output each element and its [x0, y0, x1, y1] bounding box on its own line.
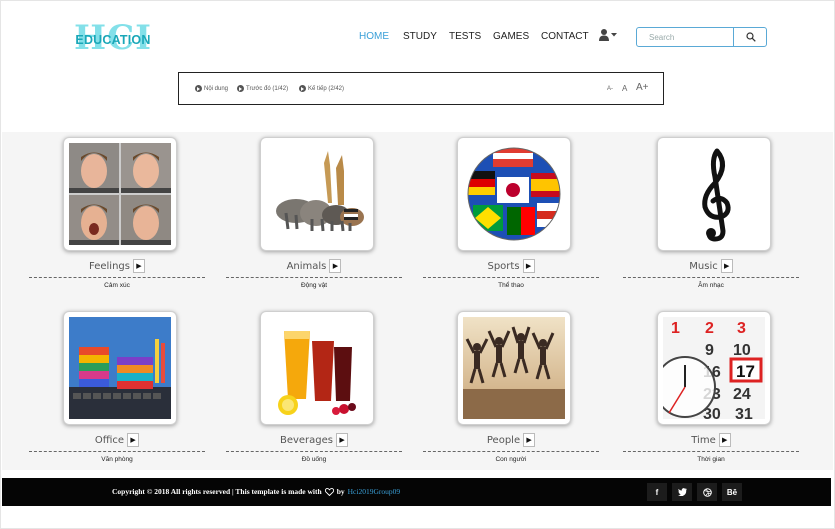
- play-icon[interactable]: ▶: [329, 259, 342, 273]
- category-sublabel: Đồ uống: [301, 456, 327, 463]
- divider: [423, 277, 599, 278]
- divider: [623, 451, 799, 452]
- divider: [29, 451, 205, 452]
- behance-icon[interactable]: Bē: [722, 483, 742, 501]
- play-icon[interactable]: ▶: [132, 259, 145, 273]
- toc-label: Nội dung: [204, 85, 229, 92]
- office-caption: Office ▶: [29, 431, 205, 449]
- copyright: Copyright © 2018 All rights reserved | T…: [112, 487, 400, 496]
- facebook-icon[interactable]: f: [647, 483, 667, 501]
- search-box: [636, 27, 767, 47]
- beverages-image[interactable]: [260, 311, 374, 425]
- beverages-caption: Beverages ▶: [226, 431, 402, 449]
- search-button[interactable]: [733, 28, 767, 46]
- category-sublabel: Cảm xúc: [104, 282, 130, 289]
- category-label[interactable]: Music: [689, 261, 717, 272]
- feelings-image[interactable]: [63, 137, 177, 251]
- svg-text:9: 9: [705, 342, 714, 359]
- sports-caption: Sports ▶: [423, 257, 599, 275]
- dribbble-icon[interactable]: [697, 483, 717, 501]
- play-icon[interactable]: ▶: [718, 433, 731, 447]
- office-image[interactable]: [63, 311, 177, 425]
- search-icon: [745, 32, 756, 42]
- category-label[interactable]: Office: [95, 435, 124, 446]
- play-icon[interactable]: ▶: [523, 433, 536, 447]
- twitter-icon[interactable]: [672, 483, 692, 501]
- music-caption: Music ▶: [623, 257, 799, 275]
- category-label[interactable]: Animals: [287, 261, 327, 272]
- play-icon[interactable]: ▶: [522, 259, 535, 273]
- animals-caption: Animals ▶: [226, 257, 402, 275]
- logo[interactable]: HCI EDUCATION: [73, 18, 153, 58]
- people-image[interactable]: [457, 311, 571, 425]
- toc-button[interactable]: Nội dung: [195, 85, 228, 92]
- category-sublabel: Văn phòng: [101, 456, 133, 463]
- font-increase-button[interactable]: A+: [636, 82, 649, 93]
- prev-label: Trước đó (1/42): [246, 85, 289, 92]
- animals-image[interactable]: [260, 137, 374, 251]
- sports-image[interactable]: [457, 137, 571, 251]
- time-image[interactable]: 123 910 16 2324 3031 17: [657, 311, 771, 425]
- category-label[interactable]: Beverages: [280, 435, 333, 446]
- next-label: Kế tiếp (2/42): [308, 85, 345, 92]
- play-icon[interactable]: ▶: [336, 433, 349, 447]
- copyright-text: Copyright © 2018 All rights reserved | T…: [112, 487, 322, 496]
- divider: [226, 451, 402, 452]
- circle-arrow-icon: [299, 85, 306, 92]
- search-input[interactable]: [637, 28, 733, 46]
- category-label[interactable]: Sports: [487, 261, 519, 272]
- category-sublabel: Động vật: [300, 282, 328, 289]
- category-sublabel: Thời gian: [697, 456, 725, 463]
- prev-button[interactable]: Trước đó (1/42): [237, 85, 288, 92]
- category-label[interactable]: Feelings: [89, 261, 130, 272]
- by-text: by: [336, 487, 345, 496]
- nav-study[interactable]: STUDY: [403, 31, 437, 42]
- footer: Copyright © 2018 All rights reserved | T…: [2, 478, 831, 506]
- people-caption: People ▶: [423, 431, 599, 449]
- font-decrease-button[interactable]: A-: [607, 86, 613, 92]
- divider: [226, 277, 402, 278]
- play-icon[interactable]: ▶: [127, 433, 140, 447]
- svg-text:2: 2: [705, 320, 714, 337]
- nav-tests[interactable]: TESTS: [449, 31, 481, 42]
- category-sublabel: Âm nhạc: [698, 282, 724, 289]
- nav-contact[interactable]: CONTACT: [541, 31, 589, 42]
- feelings-caption: Feelings ▶: [29, 257, 205, 275]
- circle-arrow-icon: [195, 85, 202, 92]
- svg-text:31: 31: [735, 406, 753, 419]
- logo-education-text: EDUCATION: [75, 33, 151, 47]
- play-icon[interactable]: ▶: [720, 259, 733, 273]
- svg-text:3: 3: [737, 320, 746, 337]
- svg-text:24: 24: [733, 386, 751, 403]
- category-sublabel: Con người: [495, 456, 527, 463]
- category-label[interactable]: People: [487, 435, 520, 446]
- user-dropdown-icon[interactable]: [598, 28, 618, 42]
- author-link[interactable]: Hci2019Group09: [348, 487, 401, 496]
- reading-toolbar: Nội dung Trước đó (1/42) Kế tiếp (2/42) …: [178, 72, 664, 105]
- svg-text:17: 17: [736, 362, 755, 381]
- svg-text:1: 1: [671, 320, 680, 337]
- music-image[interactable]: [657, 137, 771, 251]
- divider: [623, 277, 799, 278]
- next-button[interactable]: Kế tiếp (2/42): [299, 85, 344, 92]
- svg-text:10: 10: [733, 342, 751, 359]
- category-label[interactable]: Time: [691, 435, 715, 446]
- nav-games[interactable]: GAMES: [493, 31, 529, 42]
- font-reset-button[interactable]: A: [622, 84, 627, 93]
- heart-icon: [324, 487, 334, 496]
- nav-home[interactable]: HOME: [359, 31, 389, 42]
- divider: [423, 451, 599, 452]
- circle-arrow-icon: [237, 85, 244, 92]
- category-sublabel: Thể thao: [498, 282, 524, 289]
- time-caption: Time ▶: [623, 431, 799, 449]
- divider: [29, 277, 205, 278]
